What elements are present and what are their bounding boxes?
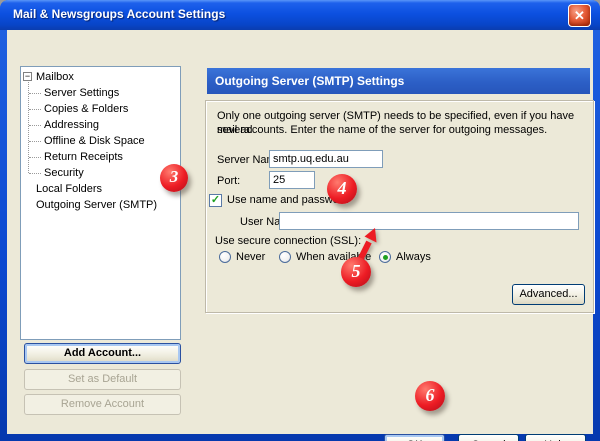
annotation-badge-3: 3 <box>160 164 188 192</box>
radio-icon[interactable] <box>279 251 291 263</box>
port-label: Port: <box>217 175 240 187</box>
annotation-badge-6: 6 <box>415 381 445 411</box>
cancel-button[interactable]: Cancel <box>458 434 519 441</box>
radio-icon[interactable] <box>219 251 231 263</box>
remove-account-button: Remove Account <box>24 394 181 415</box>
tree-item-return-receipts[interactable]: Return Receipts <box>21 149 180 165</box>
description-text: mail accounts. Enter the name of the ser… <box>217 123 589 137</box>
tree-item-server-settings[interactable]: Server Settings <box>21 85 180 101</box>
server-name-input[interactable] <box>269 150 383 168</box>
ssl-never-label: Never <box>236 250 265 264</box>
ssl-radio-never[interactable]: Never <box>219 250 265 264</box>
tree-item-offline-disk[interactable]: Offline & Disk Space <box>21 133 180 149</box>
ok-button[interactable]: OK <box>384 434 445 441</box>
tree-item-security[interactable]: Security <box>21 165 180 181</box>
close-icon[interactable]: ✕ <box>568 4 591 27</box>
account-settings-dialog: Mail & Newsgroups Account Settings ✕ − M… <box>0 0 600 441</box>
tree-item-addressing[interactable]: Addressing <box>21 117 180 133</box>
set-as-default-button: Set as Default <box>24 369 181 390</box>
dialog-body: − Mailbox Server Settings Copies & Folde… <box>7 30 593 434</box>
checkbox-checked-icon[interactable]: ✓ <box>209 194 222 207</box>
panel-heading: Outgoing Server (SMTP) Settings <box>207 68 590 94</box>
add-account-button[interactable]: Add Account... <box>24 343 181 364</box>
advanced-button[interactable]: Advanced... <box>512 284 585 305</box>
help-button[interactable]: Help <box>525 434 586 441</box>
tree-item-outgoing-server[interactable]: Outgoing Server (SMTP) <box>21 197 180 213</box>
annotation-badge-4: 4 <box>327 174 357 204</box>
ssl-label: Use secure connection (SSL): <box>215 235 361 247</box>
tree-item-local-folders[interactable]: Local Folders <box>21 181 180 197</box>
annotation-badge-5: 5 <box>341 257 371 287</box>
ssl-always-label: Always <box>396 250 431 264</box>
window-title: Mail & Newsgroups Account Settings <box>13 0 225 29</box>
port-input[interactable] <box>269 171 315 189</box>
title-bar: Mail & Newsgroups Account Settings ✕ <box>0 0 600 30</box>
user-name-input[interactable] <box>279 212 579 230</box>
tree-item-mailbox[interactable]: Mailbox <box>21 69 180 85</box>
tree-item-copies-folders[interactable]: Copies & Folders <box>21 101 180 117</box>
account-tree[interactable]: − Mailbox Server Settings Copies & Folde… <box>20 66 181 340</box>
